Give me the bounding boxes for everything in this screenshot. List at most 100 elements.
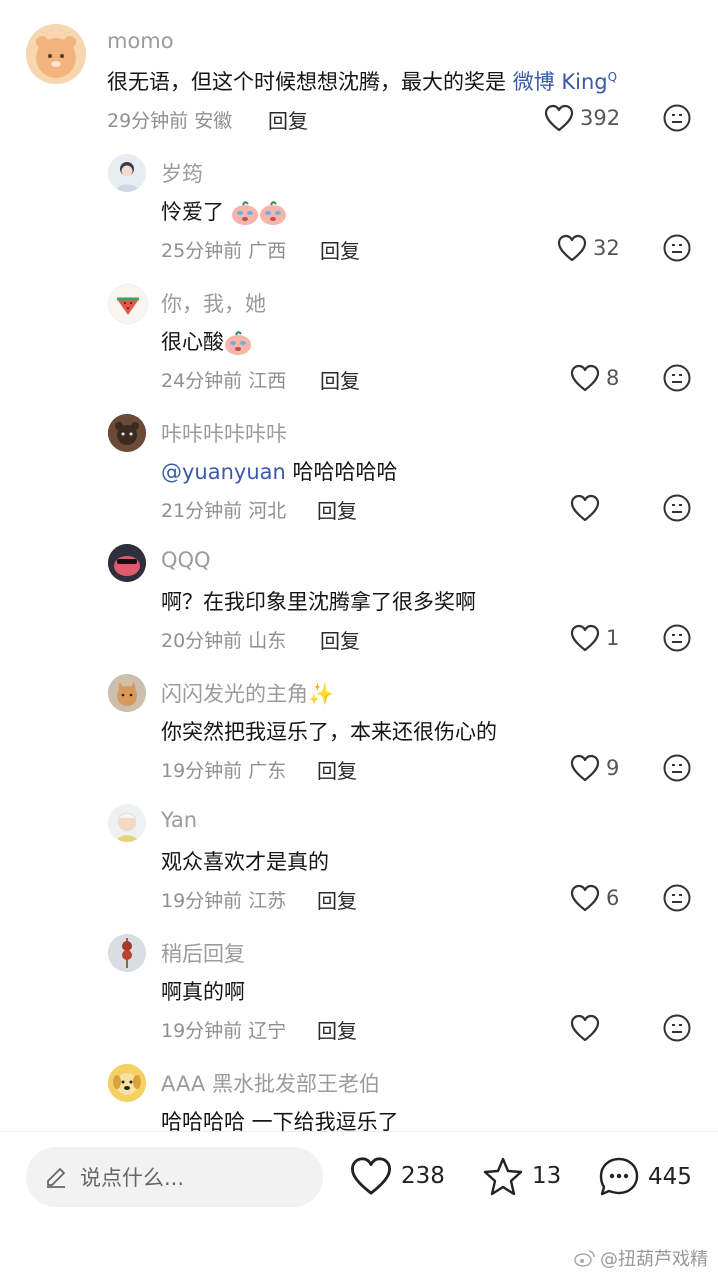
reply-username[interactable]: Yan — [161, 808, 197, 832]
reply-location: 广西 — [248, 240, 287, 262]
comment-body: 很无语，但这个时候想想沈腾，最大的奖是 — [107, 70, 513, 94]
reply-username[interactable]: QQQ — [161, 548, 211, 572]
like-button[interactable]: 9 — [570, 754, 619, 782]
like-count: 8 — [606, 366, 620, 390]
avatar[interactable] — [26, 24, 86, 84]
comment-bubble-icon — [599, 1157, 639, 1196]
reply-button[interactable]: 回复 — [320, 235, 360, 264]
reply-button[interactable]: 回复 — [317, 885, 357, 914]
favorite-button[interactable]: 13 — [482, 1156, 561, 1196]
avatar[interactable] — [108, 804, 146, 842]
reply-username[interactable]: 岁筠 — [161, 158, 203, 188]
reply-body: 哈哈哈哈哈 — [285, 460, 398, 484]
reply-username[interactable]: 稍后回复 — [161, 938, 245, 968]
reply-meta: 19分钟前 江苏 — [161, 886, 286, 913]
reply-button[interactable]: 回复 — [317, 1015, 357, 1044]
avatar[interactable] — [108, 284, 148, 324]
avatar[interactable] — [108, 154, 146, 192]
cat-avatar-icon — [108, 674, 146, 712]
avatar[interactable] — [108, 414, 146, 452]
dislike-face-icon[interactable] — [663, 494, 691, 522]
like-button[interactable] — [570, 494, 600, 522]
heart-icon — [570, 624, 600, 652]
comment-input-placeholder: 说点什么... — [80, 1166, 185, 1190]
reply-button[interactable]: 回复 — [320, 365, 360, 394]
baby-avatar-icon — [108, 804, 146, 842]
bear-avatar-icon — [26, 24, 86, 84]
reply-button[interactable]: 回复 — [268, 105, 308, 134]
comment-count: 445 — [648, 1164, 692, 1190]
reply-body: 怜爱了 — [161, 200, 224, 224]
dislike-face-icon[interactable] — [663, 1014, 691, 1042]
like-post-button[interactable]: 238 — [349, 1156, 445, 1196]
avatar[interactable] — [108, 934, 146, 972]
like-count: 392 — [580, 106, 621, 130]
animal-avatar-icon — [108, 414, 146, 452]
avatar[interactable] — [108, 544, 146, 582]
reply-meta: 24分钟前 江西 — [161, 366, 286, 393]
like-button[interactable] — [570, 1014, 600, 1042]
comments-button[interactable]: 445 — [598, 1156, 692, 1198]
reply-text: @yuanyuan 哈哈哈哈哈 — [161, 456, 398, 486]
reply-location: 江苏 — [248, 890, 287, 912]
reply-button[interactable]: 回复 — [320, 625, 360, 654]
watermelon-avatar-icon — [109, 285, 147, 323]
pencil-icon — [47, 1168, 65, 1188]
heart-icon — [544, 104, 574, 132]
reply-time: 24分钟前 — [161, 370, 243, 392]
reply-time: 25分钟前 — [161, 240, 243, 262]
weibo-logo-icon — [574, 1250, 595, 1267]
avatar[interactable] — [108, 1064, 146, 1102]
like-button[interactable]: 8 — [570, 364, 619, 392]
like-count: 6 — [606, 886, 620, 910]
dislike-face-icon[interactable] — [663, 754, 691, 782]
like-count: 32 — [593, 236, 620, 260]
reply-button[interactable]: 回复 — [317, 755, 357, 784]
reply-text: 观众喜欢才是真的 — [161, 850, 329, 874]
crying-emoji-icon — [225, 331, 251, 355]
reply-body: 很心酸 — [161, 330, 224, 354]
reply-text: 怜爱了 — [161, 196, 287, 226]
comment-text: 很无语，但这个时候想想沈腾，最大的奖是 微博 KingQ — [107, 66, 617, 96]
comment-input[interactable]: 说点什么... — [26, 1147, 323, 1207]
heart-icon — [570, 364, 600, 392]
like-count: 9 — [606, 756, 620, 780]
heart-icon — [570, 494, 600, 522]
comment-username[interactable]: momo — [107, 29, 174, 53]
crying-emoji-icon — [231, 201, 258, 225]
heart-icon — [557, 234, 587, 262]
crying-emoji-icon — [259, 201, 286, 225]
reply-username[interactable]: 咔咔咔咔咔咔 — [161, 418, 287, 448]
person-avatar-icon — [108, 154, 146, 192]
reply-meta: 19分钟前 广东 — [161, 756, 286, 783]
reply-location: 河北 — [248, 500, 287, 522]
reply-location: 辽宁 — [248, 1020, 287, 1042]
dislike-face-icon[interactable] — [663, 234, 691, 262]
reply-meta: 21分钟前 河北 — [161, 496, 286, 523]
favorite-count: 13 — [532, 1163, 562, 1189]
like-button[interactable]: 32 — [557, 234, 620, 262]
dislike-face-icon[interactable] — [663, 104, 691, 132]
reply-username[interactable]: 闪闪发光的主角✨ — [161, 678, 334, 708]
heart-icon — [570, 884, 600, 912]
dislike-face-icon[interactable] — [663, 884, 691, 912]
cartoon-avatar-icon — [108, 544, 146, 582]
weibo-king-link[interactable]: 微博 King — [513, 70, 608, 94]
link-search-mark: Q — [607, 70, 618, 84]
comment-time: 29分钟前 — [107, 110, 189, 132]
reply-username[interactable]: 你，我，她 — [161, 288, 266, 318]
avatar[interactable] — [108, 674, 146, 712]
reply-time: 19分钟前 — [161, 890, 243, 912]
reply-text: 你突然把我逗乐了，本来还很伤心的 — [161, 720, 497, 744]
dislike-face-icon[interactable] — [663, 624, 691, 652]
reply-username[interactable]: AAA 黑水批发部王老伯 — [161, 1068, 380, 1098]
reply-time: 20分钟前 — [161, 630, 243, 652]
mention-link[interactable]: @yuanyuan — [161, 460, 286, 484]
reply-button[interactable]: 回复 — [317, 495, 357, 524]
comment-meta: 29分钟前 安徽 — [107, 106, 232, 133]
dislike-face-icon[interactable] — [663, 364, 691, 392]
watermark: @扭葫芦戏精 — [574, 1245, 708, 1271]
like-button[interactable]: 6 — [570, 884, 619, 912]
like-button[interactable]: 392 — [544, 104, 620, 132]
like-button[interactable]: 1 — [570, 624, 619, 652]
